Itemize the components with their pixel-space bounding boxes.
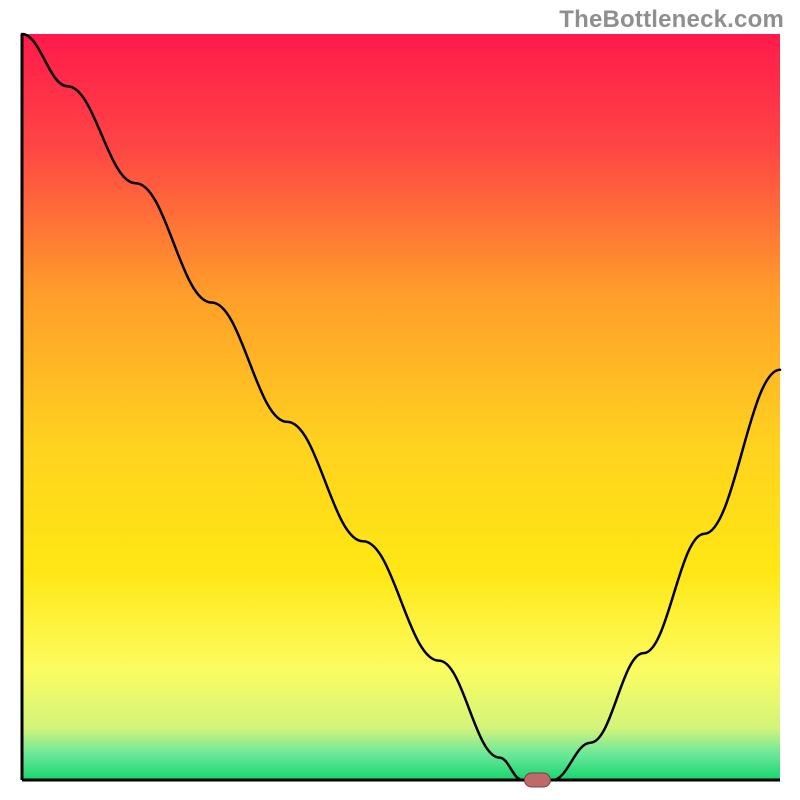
watermark-text: TheBottleneck.com	[559, 6, 784, 34]
chart-svg	[0, 0, 800, 800]
bottleneck-chart: TheBottleneck.com	[0, 0, 800, 800]
